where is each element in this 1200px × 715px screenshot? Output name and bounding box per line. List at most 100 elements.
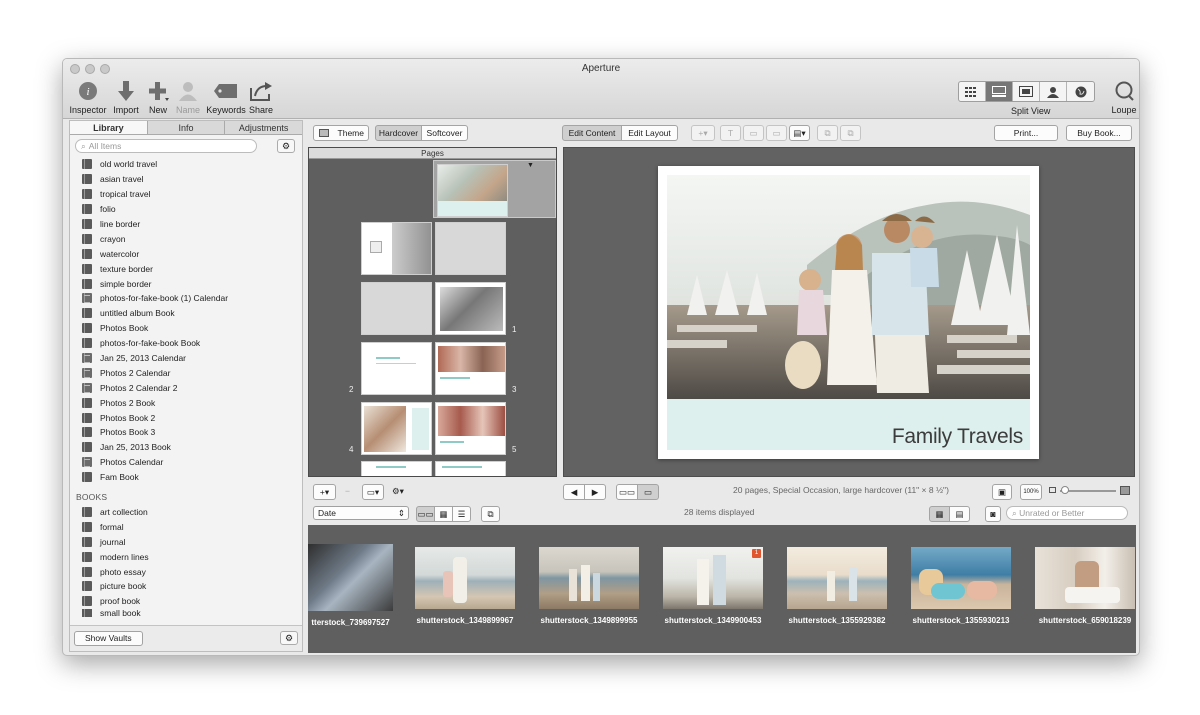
page-layout-menu-button[interactable]: ▭▾ (362, 484, 384, 500)
next-page-button[interactable]: ▶ (584, 484, 606, 500)
book-cover[interactable]: Family Travels (658, 166, 1039, 459)
page-thumbnail[interactable] (437, 164, 508, 217)
page-thumbnail[interactable] (435, 282, 506, 335)
page-thumbnail[interactable] (435, 402, 506, 455)
list-item[interactable]: line border (82, 217, 302, 232)
cover-photo[interactable] (667, 175, 1030, 399)
cover-thumbnail[interactable] (437, 164, 508, 217)
list-item[interactable]: small book (82, 608, 302, 617)
list-item[interactable]: picture book (82, 579, 302, 594)
viewer-toggle-button[interactable]: ⧉ (481, 506, 500, 522)
zoom-slider-knob[interactable] (1061, 486, 1069, 494)
print-button[interactable]: Print... (994, 125, 1058, 141)
cover-title[interactable]: Family Travels (892, 425, 1023, 449)
page-thumbnail[interactable] (435, 342, 506, 395)
faces-icon[interactable] (1040, 82, 1067, 101)
thumbnail-item[interactable]: tterstock_739697527 (308, 544, 393, 627)
pages-gear-button[interactable]: ⚙▾ (387, 484, 409, 500)
places-globe-icon[interactable] (1067, 82, 1094, 101)
camera-filter-button[interactable]: ◙ (985, 506, 1001, 522)
layout-options-button[interactable]: ▤▾ (789, 125, 810, 141)
add-text-button[interactable]: T (720, 125, 741, 141)
add-page-button[interactable]: +▾ (313, 484, 336, 500)
viewer-icon[interactable] (1013, 82, 1040, 101)
list-item[interactable]: Photos Calendar (82, 455, 302, 470)
list-item[interactable]: modern lines (82, 549, 302, 564)
list-item[interactable]: untitled album Book (82, 306, 302, 321)
page-thumbnail[interactable] (361, 222, 432, 275)
add-box-button[interactable]: +▾ (691, 125, 715, 141)
list-item[interactable]: journal (82, 534, 302, 549)
list-item[interactable]: simple border (82, 276, 302, 291)
softcover-button[interactable]: Softcover (421, 125, 468, 141)
page-thumbnail[interactable] (361, 402, 432, 455)
arrange-front-button[interactable]: ⧉ (840, 125, 861, 141)
library-search-input[interactable]: ⌕ All Items (75, 139, 257, 153)
map-box-button[interactable]: ▭ (766, 125, 787, 141)
edit-content-button[interactable]: Edit Content (562, 125, 622, 141)
list-item[interactable]: old world travel (82, 157, 302, 172)
single-page-view-button[interactable]: ▭ (637, 484, 659, 500)
grid-view-icon[interactable] (959, 82, 986, 101)
cover-dropdown-icon[interactable]: ▼ (527, 162, 534, 169)
list-item[interactable]: art collection (82, 505, 302, 520)
edit-layout-button[interactable]: Edit Layout (621, 125, 678, 141)
thumbnail-item[interactable]: shutterstock_1355929382 (787, 547, 887, 625)
thumbnail-item[interactable]: shutterstock_1349899967 (415, 547, 515, 625)
list-item[interactable]: Jan 25, 2013 Calendar (82, 351, 302, 366)
thumbnail-item[interactable]: shutterstock_1349899955 (539, 547, 639, 625)
list-item[interactable]: texture border (82, 261, 302, 276)
hardcover-button[interactable]: Hardcover (375, 125, 422, 141)
page-thumbnail[interactable] (435, 222, 506, 275)
list-item[interactable]: crayon (82, 231, 302, 246)
list-item[interactable]: Photos Book 2 (82, 410, 302, 425)
list-item[interactable]: formal (82, 519, 302, 534)
share-button[interactable]: Share (239, 79, 283, 115)
show-vaults-button[interactable]: Show Vaults (74, 631, 143, 646)
list-item[interactable]: folio (82, 202, 302, 217)
list-item[interactable]: Photos 2 Book (82, 395, 302, 410)
thumbnail-small-button[interactable]: ▤ (949, 506, 970, 522)
thumbnail-large-button[interactable]: ▦ (929, 506, 950, 522)
list-item[interactable]: Jan 25, 2013 Book (82, 440, 302, 455)
list-item[interactable]: tropical travel (82, 187, 302, 202)
fit-view-button[interactable]: ▣ (992, 484, 1012, 500)
list-item[interactable]: watercolor (82, 246, 302, 261)
list-item[interactable]: photos-for-fake-book Book (82, 336, 302, 351)
list-item[interactable]: Photos Book (82, 321, 302, 336)
list-item[interactable]: photo essay (82, 564, 302, 579)
list-view-button[interactable]: ☰ (452, 506, 471, 522)
list-item[interactable]: asian travel (82, 172, 302, 187)
thumbnail-item[interactable]: shutterstock_1355930213 (911, 547, 1011, 625)
theme-button[interactable]: Theme (313, 125, 369, 141)
loupe-button[interactable]: Loupe (1109, 81, 1139, 115)
list-item[interactable]: Photos 2 Calendar 2 (82, 380, 302, 395)
page-thumbnail[interactable] (435, 461, 506, 476)
rating-filter-input[interactable]: ⌕ Unrated or Better (1006, 506, 1128, 520)
list-item[interactable]: proof book (82, 594, 302, 609)
page-thumbnail[interactable] (361, 282, 432, 335)
tab-info[interactable]: Info (148, 121, 226, 134)
split-view-icon[interactable] (986, 82, 1013, 101)
page-thumbnail[interactable] (361, 461, 432, 476)
spread-view-button[interactable]: ▭▭ (616, 484, 638, 500)
page-thumbnail[interactable] (361, 342, 432, 395)
sidebar-resize-handle[interactable] (304, 379, 307, 389)
zoom-slider[interactable] (1049, 486, 1131, 496)
arrange-back-button[interactable]: ⧉ (817, 125, 838, 141)
zoom-100-button[interactable]: 100% (1020, 484, 1042, 500)
list-item[interactable]: Photos 2 Calendar (82, 365, 302, 380)
vault-gear-button[interactable]: ⚙ (280, 631, 298, 645)
tab-library[interactable]: Library (70, 121, 148, 134)
grid-view-button[interactable]: ▦ (434, 506, 453, 522)
sort-select[interactable]: Date ⇕ (313, 506, 409, 520)
list-item[interactable]: Fam Book (82, 470, 302, 485)
tab-adjustments[interactable]: Adjustments (225, 121, 302, 134)
filmstrip-view-button[interactable]: ▭▭ (416, 506, 435, 522)
list-item[interactable]: photos-for-fake-book (1) Calendar (82, 291, 302, 306)
thumbnail-item[interactable]: shutterstock_659018239 (1035, 547, 1135, 625)
list-item[interactable]: Photos Book 3 (82, 425, 302, 440)
thumbnail-item[interactable]: 1 shutterstock_1349900453 (663, 547, 763, 625)
remove-page-button[interactable]: − (339, 484, 356, 500)
buy-book-button[interactable]: Buy Book... (1066, 125, 1132, 141)
